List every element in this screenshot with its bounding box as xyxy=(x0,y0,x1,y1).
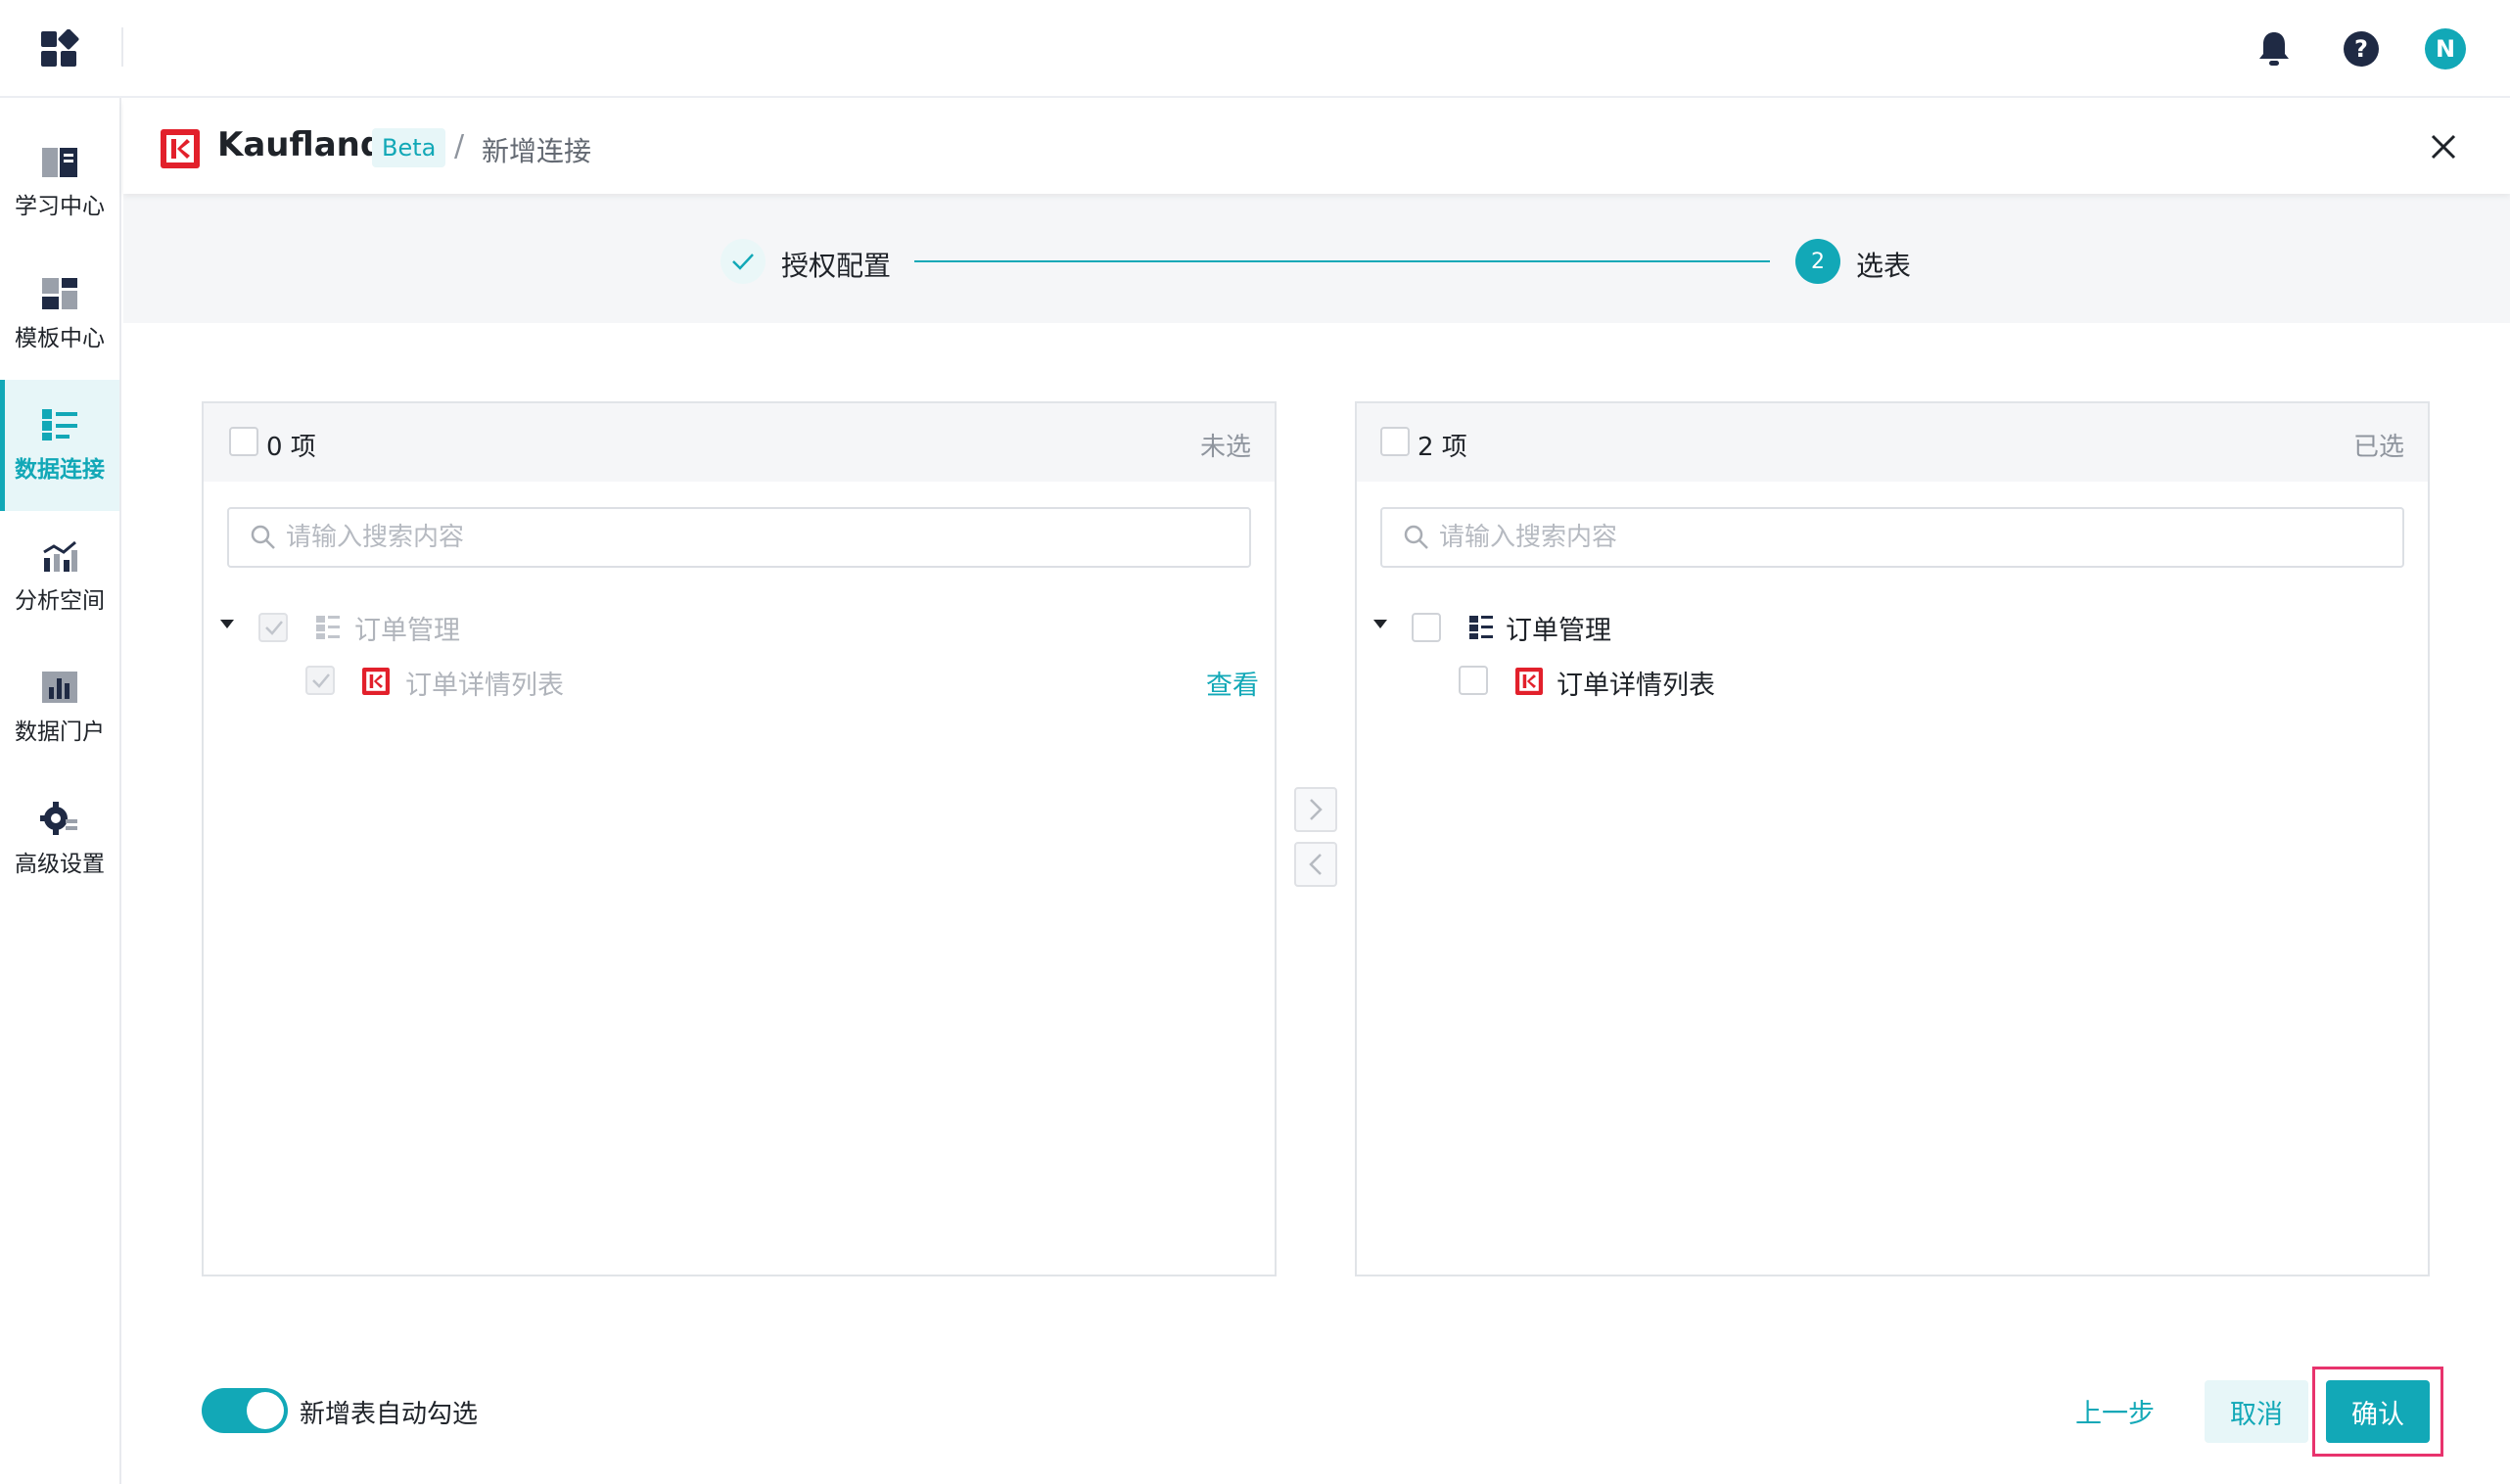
topbar-divider xyxy=(121,27,123,67)
unselected-panel: 0 项 未选 请输入搜索内容 订单管理 订单详情列表 查看 xyxy=(202,401,1277,1276)
group-label: 订单管理 xyxy=(354,616,460,646)
gear-icon xyxy=(40,802,77,835)
panel-status-label: 未选 xyxy=(1199,433,1251,462)
search-input[interactable] xyxy=(286,515,1226,560)
item-checkbox xyxy=(305,666,335,695)
nav-item-learning-center[interactable]: 学习中心 xyxy=(0,117,119,249)
nav-item-label: 模板中心 xyxy=(15,326,105,351)
item-label: 订单详情列表 xyxy=(405,671,564,701)
nav-item-label: 分析空间 xyxy=(15,588,105,614)
nav-item-template-center[interactable]: 模板中心 xyxy=(0,249,119,380)
step-2-number: 2 xyxy=(1795,239,1840,284)
kaufland-logo-icon xyxy=(362,668,390,695)
nav-item-data-connection[interactable]: 数据连接 xyxy=(0,380,119,511)
bell-icon[interactable] xyxy=(2253,27,2296,70)
nav-item-label: 数据门户 xyxy=(15,719,105,745)
kaufland-logo-icon xyxy=(1515,668,1543,695)
caret-down-icon[interactable] xyxy=(219,619,235,630)
nav-item-analysis-space[interactable]: 分析空间 xyxy=(0,511,119,642)
template-icon xyxy=(42,278,77,309)
nav-item-label: 高级设置 xyxy=(15,852,105,877)
caret-down-icon[interactable] xyxy=(1372,619,1388,630)
search-icon xyxy=(251,525,275,549)
auto-select-toggle[interactable] xyxy=(202,1388,288,1433)
chevron-left-icon xyxy=(1309,854,1322,875)
group-label: 订单管理 xyxy=(1506,616,1611,646)
item-checkbox[interactable] xyxy=(1459,666,1488,695)
cancel-button[interactable]: 取消 xyxy=(2205,1380,2308,1443)
portal-icon xyxy=(42,672,77,703)
nav-item-advanced-settings[interactable]: 高级设置 xyxy=(0,773,119,904)
side-nav: 学习中心 模板中心 数据连接 分析空间 数据门户 高级设置 xyxy=(0,98,121,1484)
group-checkbox[interactable] xyxy=(1412,613,1441,642)
search-box xyxy=(1380,507,2404,568)
select-all-checkbox[interactable] xyxy=(1380,427,1410,456)
move-right-button[interactable] xyxy=(1294,787,1337,832)
breadcrumb-current: 新增连接 xyxy=(482,135,592,167)
tree-item-row[interactable]: 订单详情列表 查看 xyxy=(204,654,1275,709)
step-done-check-icon xyxy=(720,239,766,284)
nav-item-data-portal[interactable]: 数据门户 xyxy=(0,642,119,773)
group-checkbox xyxy=(258,613,288,642)
apps-grid-icon[interactable] xyxy=(39,28,80,70)
confirm-button[interactable]: 确认 xyxy=(2326,1380,2430,1443)
svg-text:?: ? xyxy=(2354,35,2368,63)
dialog-header: Kaufland Beta / 新增连接 xyxy=(123,100,2510,194)
folder-table-icon xyxy=(1469,616,1493,639)
panel-header: 0 项 未选 xyxy=(204,403,1275,482)
user-avatar[interactable]: N xyxy=(2425,28,2466,70)
new-connection-dialog: Kaufland Beta / 新增连接 授权配置 2 选表 0 项 未选 请输… xyxy=(123,100,2510,1484)
toggle-knob xyxy=(247,1392,284,1429)
view-link[interactable]: 查看 xyxy=(1206,664,1259,702)
steps-bar xyxy=(123,194,2510,323)
search-box xyxy=(227,507,1251,568)
brand-name: Kaufland xyxy=(217,125,385,164)
panel-status-label: 已选 xyxy=(2352,433,2404,462)
tree-group-row[interactable]: 订单管理 xyxy=(1357,599,2428,654)
selected-panel: 2 项 已选 请输入搜索内容 订单管理 订单详情列表 xyxy=(1355,401,2430,1276)
item-label: 订单详情列表 xyxy=(1557,671,1715,701)
top-bar: ? N xyxy=(0,0,2510,98)
book-icon xyxy=(42,148,77,177)
search-icon xyxy=(1404,525,1428,549)
app-root: ? N 学习中心 模板中心 数据连接 分析空间 数据门户 高级设置 Kaufla… xyxy=(0,0,2510,1484)
tree-item-row[interactable]: 订单详情列表 xyxy=(1357,654,2428,709)
step-2-label: 选表 xyxy=(1856,250,1912,282)
select-all-checkbox[interactable] xyxy=(229,427,258,456)
breadcrumb-separator: / xyxy=(454,129,465,163)
data-connection-icon xyxy=(42,409,77,441)
kaufland-logo-icon xyxy=(161,129,200,168)
step-connector-line xyxy=(914,260,1770,262)
nav-item-label: 数据连接 xyxy=(15,457,105,483)
auto-select-label: 新增表自动勾选 xyxy=(300,1400,479,1429)
item-count: 2 项 xyxy=(1418,433,1467,462)
search-input[interactable] xyxy=(1439,515,2379,560)
folder-table-icon xyxy=(316,616,340,639)
step-1-label: 授权配置 xyxy=(781,250,892,282)
tree-group-row[interactable]: 订单管理 xyxy=(204,599,1275,654)
move-left-button[interactable] xyxy=(1294,842,1337,887)
beta-badge: Beta xyxy=(372,128,446,167)
chevron-right-icon xyxy=(1310,799,1323,820)
nav-item-label: 学习中心 xyxy=(15,194,105,219)
close-icon[interactable] xyxy=(2426,129,2461,164)
item-count: 0 项 xyxy=(266,433,316,462)
prev-step-button[interactable]: 上一步 xyxy=(2075,1392,2155,1430)
help-icon[interactable]: ? xyxy=(2340,27,2383,70)
analysis-icon xyxy=(43,540,77,572)
panel-header: 2 项 已选 xyxy=(1357,403,2428,482)
